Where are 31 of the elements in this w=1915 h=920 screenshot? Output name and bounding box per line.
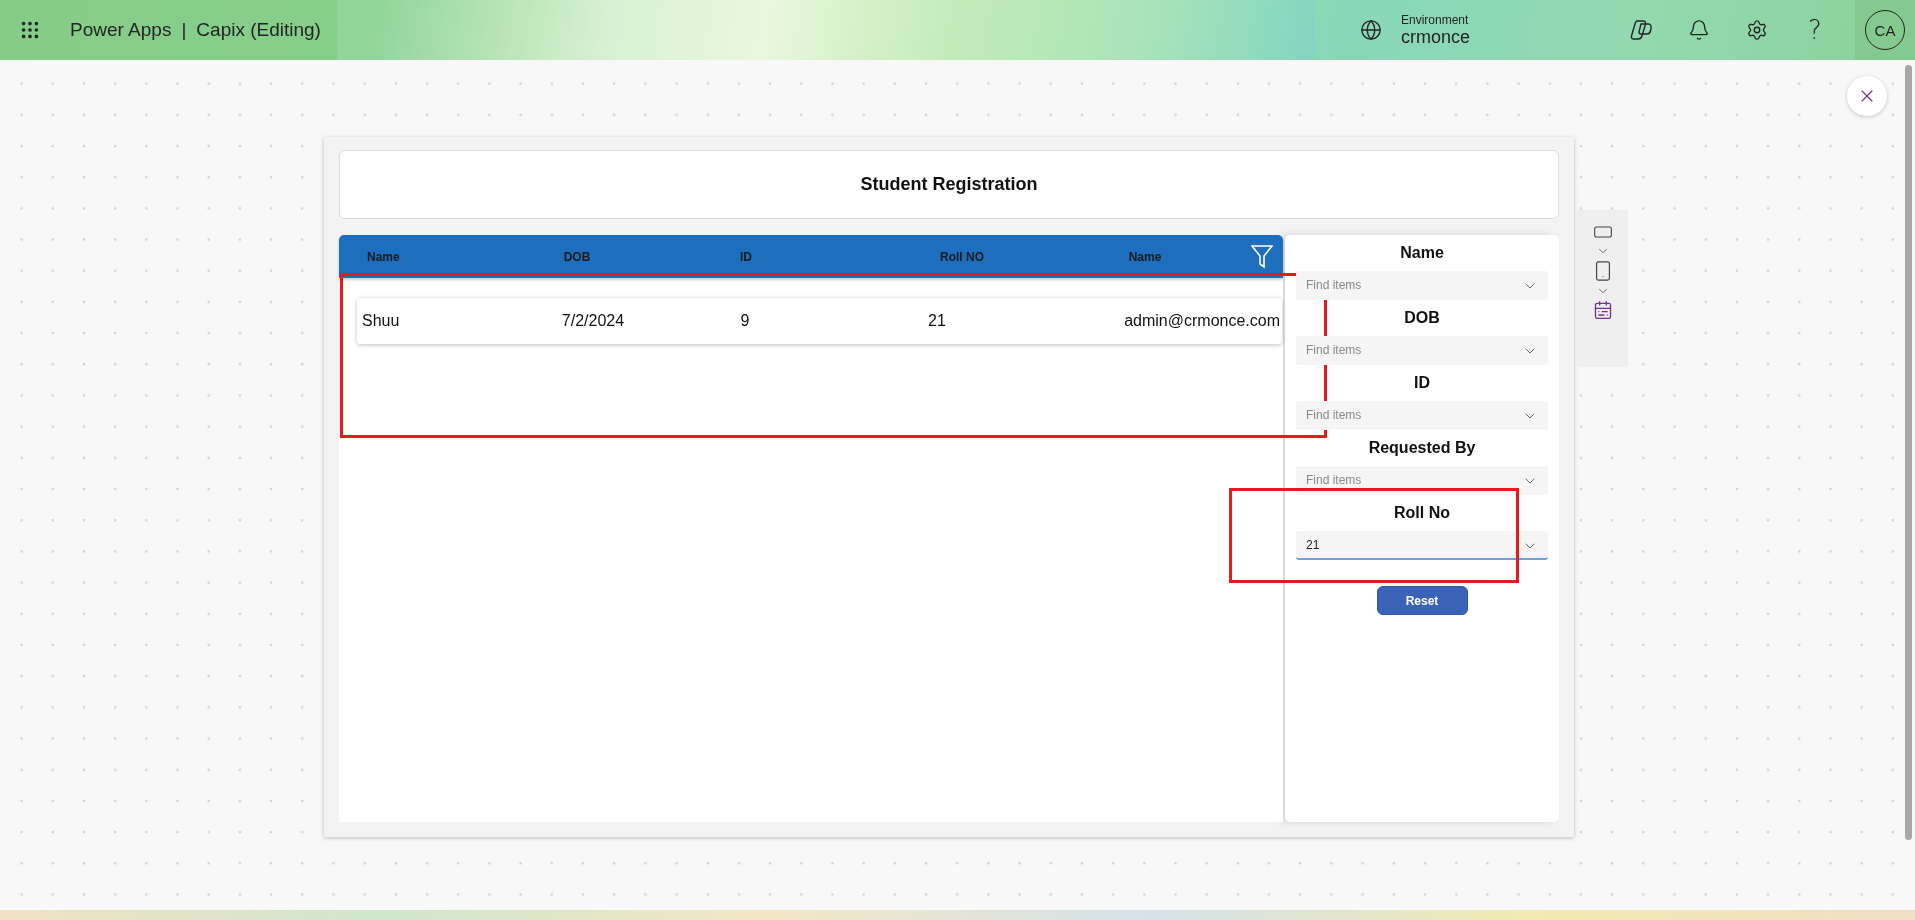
row-cell-text: 9 (739, 312, 751, 330)
column-header: Name (1127, 249, 1163, 264)
environment-name[interactable]: crmonce (1401, 26, 1471, 48)
filter-label: Requested By (1368, 438, 1476, 458)
screen-title: Student Registration (860, 174, 1038, 195)
column-header: DOB (562, 249, 592, 264)
reset-button[interactable]: Reset (1376, 586, 1468, 615)
row-cell-text: 21 (927, 312, 947, 330)
filter-label: Name (1400, 243, 1444, 263)
filter-icon[interactable] (1251, 244, 1273, 269)
column-header: Name (366, 249, 401, 264)
help-button[interactable]: ? (1799, 14, 1831, 46)
filter-dropdown[interactable]: Find items (1296, 271, 1548, 300)
app-name: Capix (Editing) (196, 19, 321, 41)
filter-label: Roll No (1394, 503, 1450, 523)
filter-dropdown[interactable]: Find items (1296, 401, 1548, 430)
row-cell-text: Shuu (361, 312, 401, 330)
scrollbar[interactable] (1905, 65, 1912, 840)
column-header: Roll NO (939, 249, 985, 264)
product-name: Power Apps (70, 19, 172, 41)
environment-label: Environment (1401, 12, 1470, 27)
column-header: ID (739, 249, 753, 264)
filter-label: ID (1414, 373, 1430, 393)
title-separator: | (181, 19, 187, 41)
row-cell-text: 7/2/2024 (560, 312, 626, 330)
row-cell-text: admin@crmonce.com (1123, 312, 1281, 330)
filter-dropdown[interactable]: Find items (1296, 336, 1548, 365)
filter-dropdown[interactable]: 21 (1296, 531, 1548, 560)
gallery-row[interactable]: Shuu 7/2/2024 9 21 admin@crmonce.com (357, 298, 1282, 344)
layout-icon[interactable] (1592, 300, 1613, 320)
filter-label: DOB (1404, 308, 1440, 328)
